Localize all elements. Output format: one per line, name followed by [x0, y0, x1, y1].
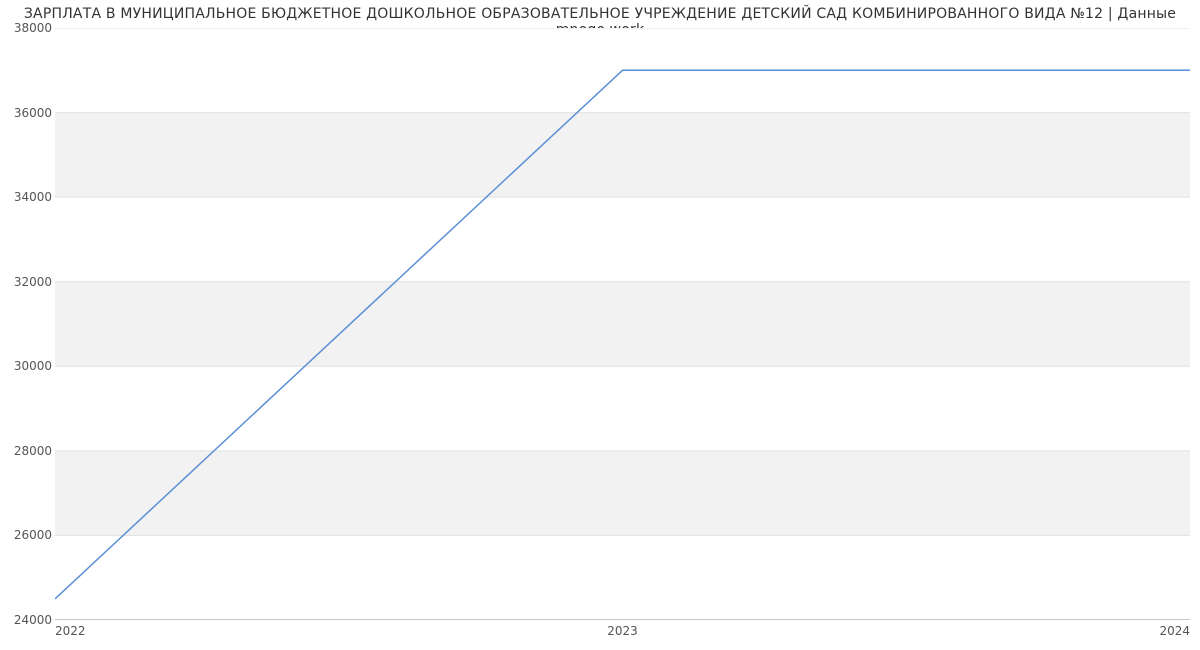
y-tick-label: 34000: [2, 190, 52, 204]
y-tick-label: 32000: [2, 275, 52, 289]
y-tick-label: 36000: [2, 106, 52, 120]
y-tick-label: 30000: [2, 359, 52, 373]
chart-container: ЗАРПЛАТА В МУНИЦИПАЛЬНОЕ БЮДЖЕТНОЕ ДОШКО…: [0, 0, 1200, 650]
x-tick-label: 2023: [607, 624, 638, 638]
x-tick-label: 2024: [1159, 624, 1190, 638]
y-tick-label: 26000: [2, 528, 52, 542]
plot-area: [55, 28, 1190, 620]
y-tick-label: 38000: [2, 21, 52, 35]
x-tick-label: 2022: [55, 624, 86, 638]
y-tick-label: 24000: [2, 613, 52, 627]
y-tick-label: 28000: [2, 444, 52, 458]
chart-svg: [55, 28, 1190, 620]
